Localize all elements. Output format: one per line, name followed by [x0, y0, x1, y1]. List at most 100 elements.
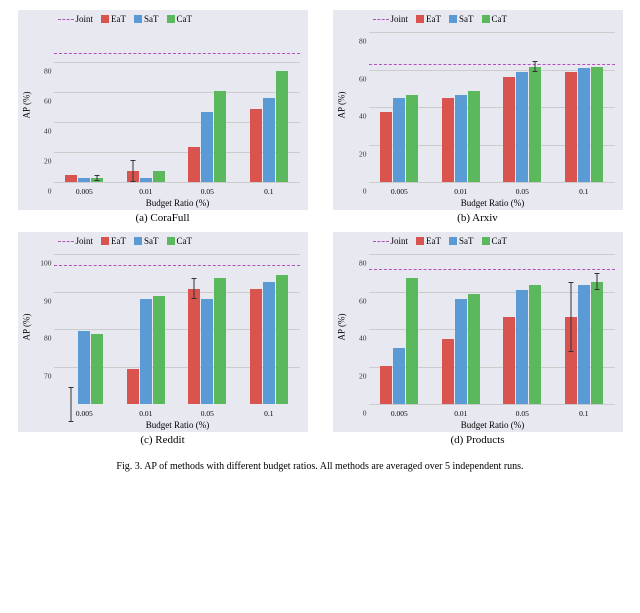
grid-line — [54, 182, 300, 183]
sat-color-icon — [134, 237, 142, 245]
bar-sat-3 — [263, 98, 275, 182]
y-tick: 100 — [40, 259, 53, 268]
bar-eat-0 — [380, 112, 392, 182]
bar-sat-3 — [263, 282, 275, 405]
bar-sat-1 — [140, 299, 152, 404]
legend-corafull: Joint EaT SaT CaT — [58, 14, 193, 24]
bar-group-2: 0.05 — [177, 91, 239, 182]
bar-group-0: 0.005 — [369, 95, 431, 183]
cat-color-icon — [167, 237, 175, 245]
bar-cat-2 — [214, 278, 226, 404]
x-axis-label-reddit: Budget Ratio (%) — [58, 420, 298, 430]
bar-group-0: 0.005 — [369, 278, 431, 404]
joint-label: Joint — [76, 14, 94, 24]
y-tick: 80 — [44, 67, 54, 76]
y-tick: 60 — [359, 74, 369, 83]
bar-eat-0 — [380, 366, 392, 405]
x-tick-2: 0.05 — [201, 409, 214, 418]
bar-group-3: 0.1 — [238, 71, 300, 182]
error-bar-eat-3 — [570, 282, 571, 352]
y-axis-label-reddit: AP (%) — [20, 252, 34, 402]
bar-cat-0 — [91, 334, 103, 404]
eat-color-icon — [416, 15, 424, 23]
sat-color-icon — [449, 237, 457, 245]
charts-grid: Joint EaT SaT CaT AP (%) Budget Ratio (%)… — [10, 10, 630, 454]
joint-dash-icon — [373, 241, 389, 242]
legend-joint: Joint — [373, 236, 409, 246]
bar-group-2: 0.05 — [492, 285, 554, 404]
x-tick-0: 0.005 — [76, 187, 93, 196]
bar-sat-0 — [78, 178, 90, 182]
y-axis-label-corafull: AP (%) — [20, 30, 34, 180]
bar-cat-0 — [91, 178, 103, 182]
x-tick-1: 0.01 — [454, 187, 467, 196]
y-tick: 70 — [44, 371, 54, 380]
cat-label: CaT — [492, 14, 508, 24]
x-axis-label-corafull: Budget Ratio (%) — [58, 198, 298, 208]
bar-eat-3 — [565, 72, 577, 182]
legend-sat: SaT — [134, 236, 159, 246]
x-axis-label-arxiv: Budget Ratio (%) — [373, 198, 613, 208]
x-tick-2: 0.05 — [516, 187, 529, 196]
eat-label: EaT — [426, 14, 441, 24]
error-bar-eat-1 — [132, 160, 133, 182]
chart-products: Joint EaT SaT CaT AP (%)Budget Ratio (%)… — [325, 232, 630, 450]
bars-wrapper-reddit: 0.0050.010.050.1 — [54, 254, 300, 404]
legend-eat: EaT — [101, 236, 126, 246]
bar-eat-3 — [565, 317, 577, 405]
x-tick-1: 0.01 — [139, 187, 152, 196]
eat-color-icon — [416, 237, 424, 245]
joint-dash-icon — [373, 19, 389, 20]
y-tick: 40 — [359, 334, 369, 343]
legend-joint: Joint — [58, 14, 94, 24]
y-tick: 60 — [359, 296, 369, 305]
bar-eat-0 — [65, 175, 77, 182]
figure-caption: Fig. 3. AP of methods with different bud… — [10, 460, 630, 474]
legend-cat: CaT — [167, 14, 193, 24]
bar-eat-3 — [250, 289, 262, 405]
x-tick-0: 0.005 — [76, 409, 93, 418]
bar-sat-1 — [455, 95, 467, 183]
y-axis-label-arxiv: AP (%) — [335, 30, 349, 180]
y-axis-label-products: AP (%) — [335, 252, 349, 402]
bar-eat-1 — [442, 98, 454, 182]
legend-cat: CaT — [482, 236, 508, 246]
sat-label: SaT — [144, 14, 159, 24]
joint-dash-icon — [58, 241, 74, 242]
x-tick-2: 0.05 — [516, 409, 529, 418]
bar-eat-1 — [127, 369, 139, 404]
bar-group-1: 0.01 — [115, 296, 177, 405]
y-tick: 20 — [44, 157, 54, 166]
error-bar-cat-2 — [535, 61, 536, 72]
bar-sat-0 — [78, 331, 90, 405]
x-tick-0: 0.005 — [391, 187, 408, 196]
eat-color-icon — [101, 237, 109, 245]
bar-sat-3 — [578, 68, 590, 182]
bar-cat-2 — [214, 91, 226, 182]
y-tick: 40 — [359, 112, 369, 121]
bar-cat-2 — [529, 285, 541, 404]
y-tick: 0 — [363, 187, 369, 196]
bar-group-2: 0.05 — [177, 278, 239, 404]
bar-group-3: 0.1 — [553, 282, 615, 405]
bar-cat-3 — [276, 71, 288, 182]
bar-eat-2 — [503, 317, 515, 405]
eat-label: EaT — [111, 14, 126, 24]
grid-line — [369, 404, 615, 405]
eat-label: EaT — [426, 236, 441, 246]
cat-color-icon — [482, 15, 490, 23]
y-tick: 0 — [48, 187, 54, 196]
bar-cat-2 — [529, 67, 541, 183]
bar-sat-2 — [516, 290, 528, 404]
x-axis-label-products: Budget Ratio (%) — [373, 420, 613, 430]
legend-reddit: Joint EaT SaT CaT — [58, 236, 193, 246]
bar-group-1: 0.01 — [115, 171, 177, 182]
chart-corafull: Joint EaT SaT CaT AP (%) Budget Ratio (%)… — [10, 10, 315, 228]
error-bar-cat-0 — [97, 175, 98, 181]
bar-eat-1 — [442, 339, 454, 404]
bar-sat-0 — [393, 98, 405, 182]
eat-label: EaT — [111, 236, 126, 246]
cat-label: CaT — [177, 14, 193, 24]
legend-arxiv: Joint EaT SaT CaT — [373, 14, 508, 24]
grid-line — [369, 182, 615, 183]
